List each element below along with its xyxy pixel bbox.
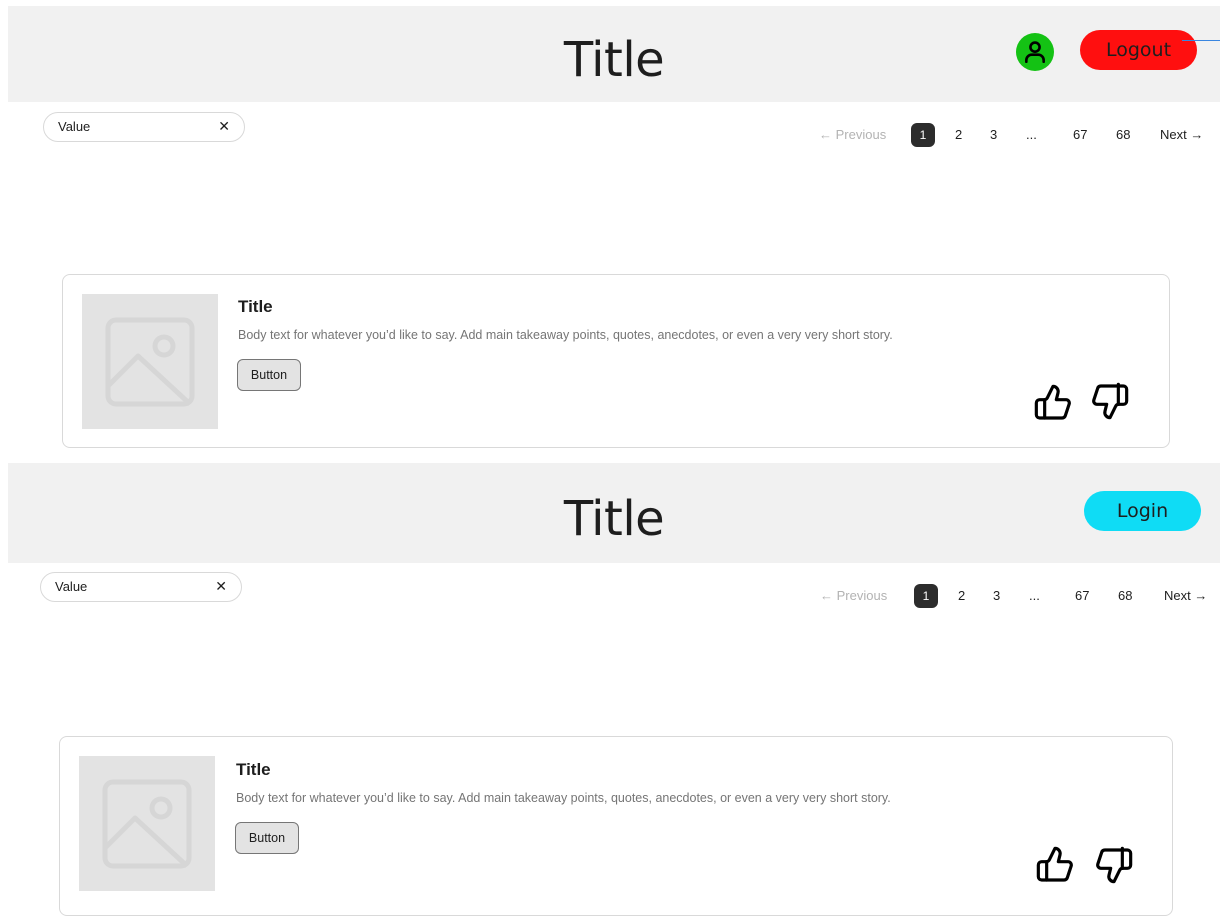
pagination-next[interactable]: Next → <box>1160 123 1203 147</box>
pagination-page[interactable]: 2 <box>958 584 965 608</box>
content-card: Title Body text for whatever you’d like … <box>62 274 1170 448</box>
pagination-previous[interactable]: ← Previous <box>819 123 886 147</box>
pagination-current-page[interactable]: 1 <box>911 123 935 147</box>
pagination: ← Previous 1 2 3 ... 67 68 Next → <box>820 584 1215 608</box>
card-body-text: Body text for whatever you’d like to say… <box>236 791 891 805</box>
pagination-page[interactable]: 67 <box>1075 584 1089 608</box>
pagination-page[interactable]: 3 <box>993 584 1000 608</box>
login-button[interactable]: Login <box>1084 491 1201 531</box>
pagination: ← Previous 1 2 3 ... 67 68 Next → <box>819 123 1214 147</box>
content-card: Title Body text for whatever you’d like … <box>59 736 1173 916</box>
search-input-value[interactable]: Value <box>58 119 90 134</box>
pagination-page[interactable]: 3 <box>990 123 997 147</box>
pagination-next[interactable]: Next → <box>1164 584 1207 608</box>
card-title: Title <box>236 760 271 779</box>
user-icon <box>1025 41 1045 64</box>
pagination-page[interactable]: 2 <box>955 123 962 147</box>
pagination-previous[interactable]: ← Previous <box>820 584 887 608</box>
pagination-page[interactable]: 67 <box>1073 123 1087 147</box>
top-header: Title Logout <box>8 6 1220 102</box>
clear-icon[interactable]: ✕ <box>215 578 227 595</box>
pagination-ellipsis: ... <box>1029 588 1040 603</box>
pagination-page[interactable]: 68 <box>1118 584 1132 608</box>
pagination-ellipsis: ... <box>1026 127 1037 142</box>
thumbs-up-icon[interactable] <box>1033 383 1073 423</box>
search-field[interactable]: Value ✕ <box>43 112 245 142</box>
image-icon <box>105 317 195 407</box>
thumbs-down-icon[interactable] <box>1094 845 1134 885</box>
card-title: Title <box>238 297 273 316</box>
card-image-placeholder <box>79 756 215 891</box>
pagination-current-page[interactable]: 1 <box>914 584 938 608</box>
search-field[interactable]: Value ✕ <box>40 572 242 602</box>
card-body-text: Body text for whatever you’d like to say… <box>238 328 893 342</box>
thumbs-up-icon[interactable] <box>1035 845 1075 885</box>
card-button[interactable]: Button <box>235 822 299 854</box>
page-title: Title <box>563 491 665 547</box>
search-input-value[interactable]: Value <box>55 579 87 594</box>
logout-button[interactable]: Logout <box>1080 30 1197 70</box>
annotation-connector-line <box>1182 40 1220 41</box>
clear-icon[interactable]: ✕ <box>218 118 230 135</box>
card-button[interactable]: Button <box>237 359 301 391</box>
bottom-header: Title Login <box>8 463 1220 563</box>
pagination-page[interactable]: 68 <box>1116 123 1130 147</box>
image-icon <box>102 779 192 869</box>
thumbs-down-icon[interactable] <box>1090 381 1130 421</box>
card-image-placeholder <box>82 294 218 429</box>
user-avatar[interactable] <box>1016 33 1054 71</box>
